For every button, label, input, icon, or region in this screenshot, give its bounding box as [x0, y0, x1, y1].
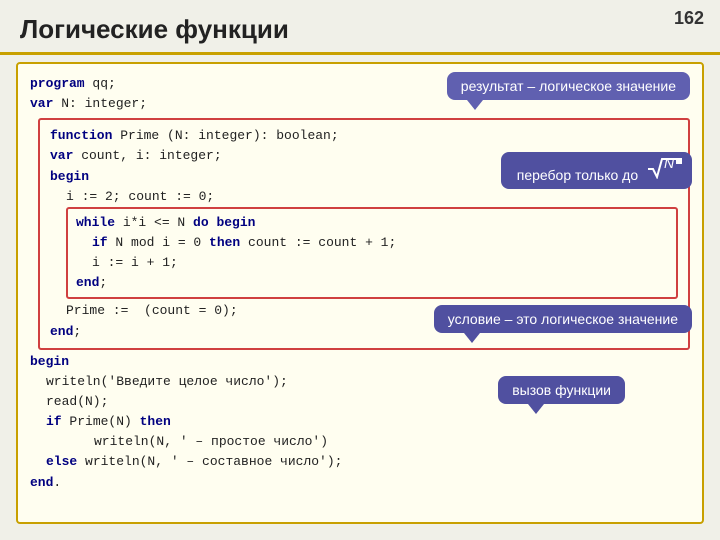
- callout-result: результат – логическое значение: [447, 72, 690, 100]
- code-line: end.: [30, 473, 690, 493]
- code-line: if Prime(N) then: [30, 412, 690, 432]
- callout-call: вызов функции: [498, 376, 625, 404]
- code-outer: program qq; var N: integer; function Pri…: [16, 62, 704, 524]
- code-line: else writeln(N, ' – составное число');: [30, 452, 690, 472]
- code-line: if N mod i = 0 then count := count + 1;: [76, 233, 668, 253]
- code-line: while i*i <= N do begin: [76, 213, 668, 233]
- title-underline: [0, 52, 720, 55]
- callout-condition: условие – это логическое значение: [434, 305, 692, 333]
- code-line: end;: [76, 273, 668, 293]
- page: 162 Логические функции program qq; var N…: [0, 0, 720, 540]
- page-number: 162: [674, 8, 704, 29]
- code-line: function Prime (N: integer): boolean;: [50, 126, 678, 146]
- code-line: begin: [30, 352, 690, 372]
- page-title: Логические функции: [20, 14, 289, 45]
- code-line: i := 2; count := 0;: [50, 187, 678, 207]
- while-block: while i*i <= N do begin if N mod i = 0 t…: [66, 207, 678, 300]
- code-line: writeln(N, ' – простое число'): [30, 432, 690, 452]
- code-line: i := i + 1;: [76, 253, 668, 273]
- callout-loop: перебор только до N: [501, 152, 692, 189]
